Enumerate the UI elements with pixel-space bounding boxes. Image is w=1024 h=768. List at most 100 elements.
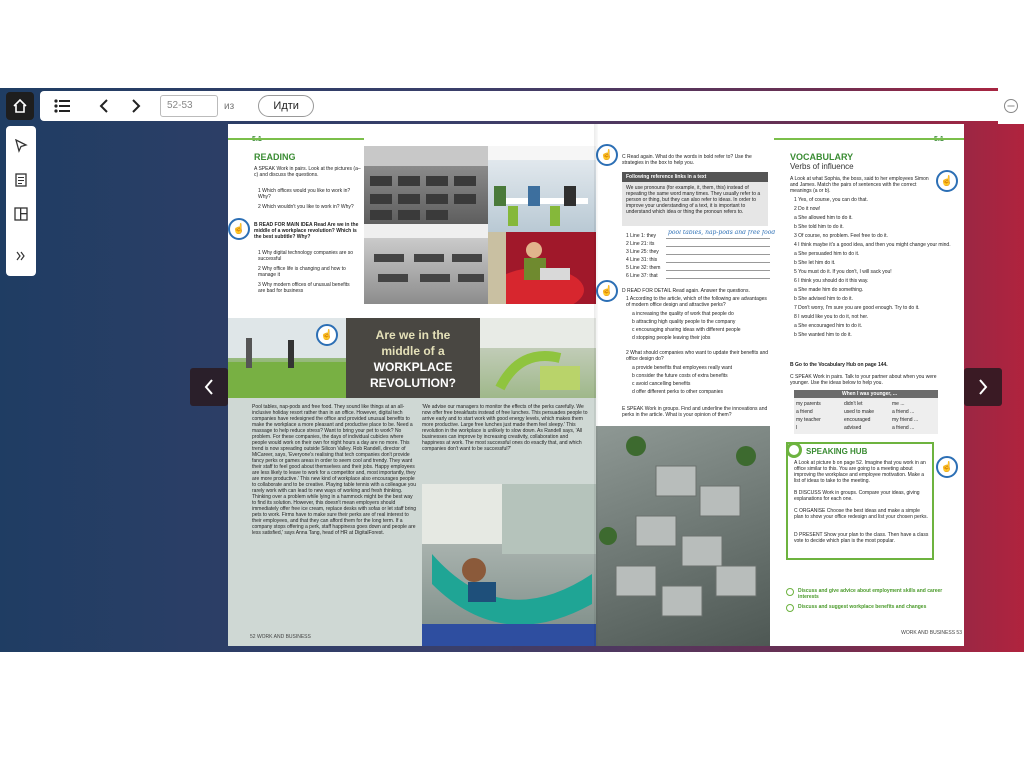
audio-hotspot[interactable]: ☝ — [596, 280, 618, 302]
task-c: C Read again. What do the words in bold … — [622, 154, 752, 166]
go-button[interactable]: Идти — [258, 95, 315, 117]
table-cell: advised — [844, 425, 862, 431]
chevron-right-icon — [979, 379, 988, 395]
hand-pointer-icon: ☝ — [232, 223, 246, 235]
reference-line: 5 Line 32: them — [626, 265, 661, 271]
page-number-input[interactable]: 52-53 — [160, 95, 218, 117]
photo-c-graphic — [364, 224, 488, 282]
reference-lines: 1 Line 1: they 2 Line 21: its 3 Line 25:… — [626, 232, 666, 282]
previous-spread-button[interactable] — [190, 368, 228, 406]
vocab-item: b She wanted him to do it. — [794, 332, 852, 338]
unit-rule — [774, 138, 964, 140]
reference-line: 4 Line 31: this — [626, 257, 658, 263]
vocab-task-b: B Go to the Vocabulary Hub on page 144. — [790, 362, 888, 368]
hand-pointer-icon: ☝ — [600, 285, 614, 297]
option: a provide benefits that employees really… — [632, 365, 733, 371]
pointer-tool-button[interactable] — [11, 136, 31, 156]
goal-bullet-icon — [786, 588, 794, 596]
option: d offer different perks to other compani… — [632, 389, 723, 395]
hand-pointer-icon: ☝ — [940, 175, 954, 187]
handwritten-answer: pool tables, nap-pods and free food — [668, 230, 776, 236]
vocab-table-col-3: me ... a friend ... my friend ... a frie… — [892, 400, 936, 434]
table-cell: a friend ... — [892, 425, 915, 431]
photo-man-beanbag — [488, 232, 596, 304]
task-d-options-2: a provide benefits that employees really… — [632, 364, 772, 404]
answer-line — [666, 270, 770, 271]
right-footer: WORK AND BUSINESS 53 — [901, 630, 962, 636]
audio-hotspot[interactable]: ☝ — [596, 144, 618, 166]
task-a-q2: 2 Which wouldn't you like to work in? Wh… — [258, 204, 354, 210]
option: c encouraging sharing ideas with differe… — [632, 327, 741, 333]
photo-hammock — [422, 484, 596, 646]
table-cell: my teacher — [796, 417, 821, 423]
reference-line: 3 Line 25: they — [626, 249, 659, 255]
minus-circle-icon — [1004, 99, 1018, 113]
hub-task-a: A Look at picture b on page 52. Imagine … — [794, 460, 926, 484]
vocabulary-title: VOCABULARY — [790, 152, 854, 162]
vocab-table: my parents a friend my teacher I didn't … — [794, 398, 938, 434]
strategy-box-title: Following reference links in a text — [626, 174, 707, 180]
headline-line-4: REVOLUTION? — [370, 376, 456, 390]
task-b-q1: 1 Why digital technology companies are s… — [258, 250, 354, 262]
option: c avoid cancelling benefits — [632, 381, 691, 387]
table-cell: used to make — [844, 409, 875, 415]
task-b-q3: 3 Why modern offices of unusual benefits… — [258, 282, 350, 294]
list-icon — [54, 99, 70, 113]
zoom-out-button[interactable] — [998, 88, 1024, 124]
option: b attracting high quality people to the … — [632, 319, 736, 325]
vocab-item: 6 I think you should do it this way. — [794, 278, 869, 284]
goal-bullet-icon — [786, 604, 794, 612]
hub-task-c: C ORGANISE Choose the best ideas and mak… — [794, 508, 928, 520]
chevron-right-icon — [132, 99, 141, 113]
answer-line — [666, 262, 770, 263]
goal-2: Discuss and suggest workplace benefits a… — [798, 604, 927, 610]
task-e: E SPEAK Work in groups. Find and underli… — [622, 406, 768, 418]
table-cell: I — [796, 425, 798, 431]
audio-hotspot[interactable]: ☝ — [936, 170, 958, 192]
hub-task-b: B DISCUSS Work in groups. Compare your i… — [794, 490, 920, 502]
goal-1: Discuss and give advice about employment… — [798, 588, 943, 600]
task-d-q2: 2 What should companies who want to upda… — [626, 350, 769, 362]
photo-slide — [480, 318, 596, 398]
home-button[interactable] — [6, 92, 34, 120]
answer-line — [666, 254, 770, 255]
left-footer: 52 WORK AND BUSINESS — [250, 634, 311, 640]
photo-a-graphic — [364, 146, 488, 220]
layout-button[interactable] — [11, 204, 31, 224]
notes-button[interactable] — [11, 170, 31, 190]
audio-hotspot[interactable]: ☝ — [936, 456, 958, 478]
speaking-hub-title: SPEAKING HUB — [806, 447, 868, 456]
speaking-hub-box: SPEAKING HUB A Look at picture b on page… — [786, 442, 934, 560]
vocab-item: a She allowed him to do it. — [794, 215, 853, 221]
vocab-table-header-label: When I was younger, ... — [842, 391, 898, 397]
vocab-item: 3 Of course, no problem. Feel free to do… — [794, 233, 888, 239]
strategy-box: We use pronouns (for example, it, them, … — [622, 182, 768, 226]
headline-line-3: WORKPLACE — [373, 360, 453, 374]
contents-button[interactable] — [48, 94, 76, 118]
article-headline-box: Are we in the middle of a WORKPLACE REVO… — [346, 318, 480, 398]
photo-slide-graphic — [480, 318, 596, 391]
photo-beanbag-graphic — [488, 232, 584, 304]
audio-hotspot[interactable]: ☝ — [316, 324, 338, 346]
previous-page-button[interactable] — [90, 94, 118, 118]
next-page-button[interactable] — [122, 94, 150, 118]
vocab-items: 1 Yes, of course, you can do that. 2 Do … — [794, 196, 954, 358]
vocab-item: 5 You must do it. If you don't, I will s… — [794, 269, 892, 275]
toolbar-panel: 52-53 из Идти — [40, 91, 998, 121]
expand-sidebar-button[interactable] — [11, 246, 31, 266]
vocab-item: b She advised him to do it. — [794, 296, 853, 302]
double-chevron-right-icon — [16, 251, 25, 261]
next-spread-button[interactable] — [964, 368, 1002, 406]
vocab-item: b She let him do it. — [794, 260, 836, 266]
vocab-item: 8 I would like you to do it, not her. — [794, 314, 869, 320]
task-d: D READ FOR DETAIL Read again. Answer the… — [622, 288, 750, 294]
vocab-item: 2 Do it now! — [794, 206, 821, 212]
reference-line: 6 Line 37: that — [626, 273, 658, 279]
headline-line-2: middle of a — [381, 344, 445, 358]
audio-hotspot[interactable]: ☝ — [228, 218, 250, 240]
chevron-left-icon — [204, 379, 213, 395]
answer-line — [666, 238, 770, 239]
vocab-item: a She persuaded him to do it. — [794, 251, 860, 257]
article-column-1: Pool tables, nap-pods and free food. The… — [252, 404, 417, 536]
task-a-q1: 1 Which offices would you like to work i… — [258, 188, 351, 200]
